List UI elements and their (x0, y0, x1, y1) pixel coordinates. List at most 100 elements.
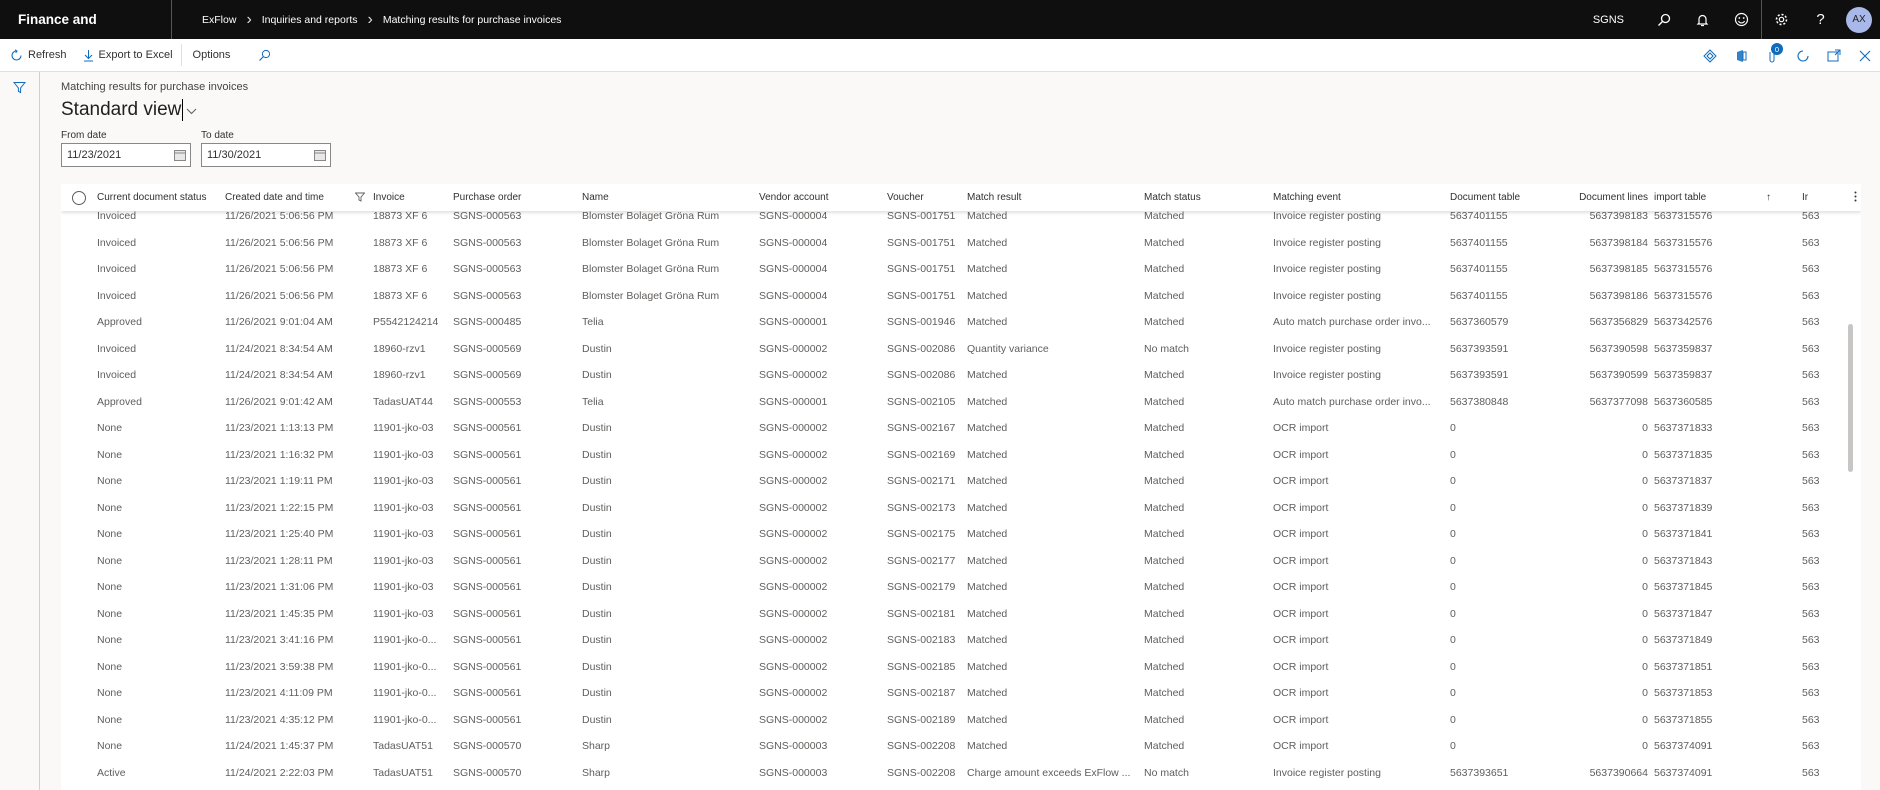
cell-match-result[interactable]: Matched (967, 661, 1144, 673)
cell-name[interactable]: Sharp (582, 740, 759, 752)
cell-match-result[interactable]: Matched (967, 396, 1144, 408)
cell-vendor-account[interactable]: SGNS-000002 (759, 687, 887, 699)
cell-document-lines[interactable]: 0 (1546, 449, 1654, 461)
cell-name[interactable]: Dustin (582, 687, 759, 699)
search-button[interactable] (238, 39, 279, 72)
cell-match-status[interactable]: Matched (1144, 740, 1273, 752)
cell-import-table[interactable]: 5637315576 (1654, 263, 1766, 275)
cell-match-result[interactable]: Matched (967, 581, 1144, 593)
cell-name[interactable]: Sharp (582, 767, 759, 779)
cell-purchase-order[interactable]: SGNS-000561 (453, 449, 582, 461)
cell-document-lines[interactable]: 0 (1546, 687, 1654, 699)
cell-truncated[interactable]: 563 (1802, 263, 1822, 275)
cell-import-table[interactable]: 5637371849 (1654, 634, 1766, 646)
cell-status[interactable]: None (97, 634, 225, 646)
vertical-scrollbar[interactable] (1848, 324, 1853, 472)
breadcrumb-item-inquiries[interactable]: Inquiries and reports (262, 14, 358, 26)
table-row[interactable]: None 11/23/2021 4:11:09 PM 11901-jko-0... S… (61, 680, 1861, 707)
cell-document-table[interactable]: 0 (1450, 714, 1546, 726)
cell-match-result[interactable]: Matched (967, 316, 1144, 328)
cell-matching-event[interactable]: OCR import (1273, 449, 1450, 461)
cell-purchase-order[interactable]: SGNS-000563 (453, 290, 582, 302)
cell-name[interactable]: Dustin (582, 475, 759, 487)
cell-document-table[interactable]: 5637401155 (1450, 290, 1546, 302)
cell-status[interactable]: Invoiced (97, 237, 225, 249)
cell-name[interactable]: Telia (582, 316, 759, 328)
cell-voucher[interactable]: SGNS-002179 (887, 581, 967, 593)
cell-truncated[interactable]: 563 (1802, 502, 1822, 514)
cell-document-lines[interactable]: 5637390599 (1546, 369, 1654, 381)
refresh-page-icon[interactable] (1787, 39, 1818, 72)
sort-ascending-icon[interactable]: ↑ (1766, 192, 1802, 203)
cell-status[interactable]: None (97, 661, 225, 673)
cell-vendor-account[interactable]: SGNS-000002 (759, 634, 887, 646)
cell-import-table[interactable]: 5637371845 (1654, 581, 1766, 593)
cell-purchase-order[interactable]: SGNS-000485 (453, 316, 582, 328)
more-options-icon[interactable] (1854, 191, 1857, 205)
cell-vendor-account[interactable]: SGNS-000002 (759, 661, 887, 673)
cell-status[interactable]: None (97, 422, 225, 434)
cell-invoice[interactable]: 11901-jko-03 (373, 502, 453, 514)
cell-name[interactable]: Dustin (582, 581, 759, 593)
office-icon[interactable] (1725, 39, 1756, 72)
cell-status[interactable]: None (97, 581, 225, 593)
cell-name[interactable]: Blomster Bolaget Gröna Rum (582, 290, 759, 302)
cell-match-status[interactable]: Matched (1144, 687, 1273, 699)
cell-truncated[interactable]: 563 (1802, 449, 1822, 461)
refresh-button[interactable]: Refresh (0, 39, 75, 72)
column-header-status[interactable]: Current document status (97, 192, 225, 203)
cell-document-table[interactable]: 0 (1450, 687, 1546, 699)
cell-invoice[interactable]: 11901-jko-03 (373, 528, 453, 540)
cell-created[interactable]: 11/23/2021 3:59:38 PM (225, 661, 373, 673)
cell-document-lines[interactable]: 0 (1546, 714, 1654, 726)
cell-status[interactable]: Invoiced (97, 263, 225, 275)
cell-document-table[interactable]: 5637393651 (1450, 767, 1546, 779)
cell-match-status[interactable]: Matched (1144, 475, 1273, 487)
cell-vendor-account[interactable]: SGNS-000001 (759, 396, 887, 408)
cell-voucher[interactable]: SGNS-002086 (887, 343, 967, 355)
cell-vendor-account[interactable]: SGNS-000001 (759, 316, 887, 328)
cell-import-table[interactable]: 5637371841 (1654, 528, 1766, 540)
cell-purchase-order[interactable]: SGNS-000561 (453, 581, 582, 593)
cell-status[interactable]: Invoiced (97, 290, 225, 302)
cell-match-result[interactable]: Matched (967, 608, 1144, 620)
column-header-created[interactable]: Created date and time (225, 192, 373, 203)
cell-name[interactable]: Dustin (582, 343, 759, 355)
cell-invoice[interactable]: 11901-jko-0... (373, 714, 453, 726)
cell-truncated[interactable]: 563 (1802, 555, 1822, 567)
table-row[interactable]: Approved 11/26/2021 9:01:04 AM P5542124214… (61, 309, 1861, 336)
cell-vendor-account[interactable]: SGNS-000004 (759, 210, 887, 222)
close-icon[interactable] (1849, 39, 1880, 72)
table-row[interactable]: None 11/23/2021 1:31:06 PM 11901-jko-03 SGN… (61, 574, 1861, 601)
cell-created[interactable]: 11/23/2021 1:22:15 PM (225, 502, 373, 514)
table-row[interactable]: None 11/23/2021 1:13:13 PM 11901-jko-03 SGN… (61, 415, 1861, 442)
cell-name[interactable]: Dustin (582, 608, 759, 620)
cell-invoice[interactable]: TadasUAT44 (373, 396, 453, 408)
cell-created[interactable]: 11/23/2021 1:31:06 PM (225, 581, 373, 593)
cell-matching-event[interactable]: OCR import (1273, 581, 1450, 593)
cell-truncated[interactable]: 563 (1802, 608, 1822, 620)
cell-document-table[interactable]: 0 (1450, 581, 1546, 593)
cell-match-result[interactable]: Matched (967, 237, 1144, 249)
cell-voucher[interactable]: SGNS-001946 (887, 316, 967, 328)
cell-purchase-order[interactable]: SGNS-000563 (453, 210, 582, 222)
cell-created[interactable]: 11/23/2021 4:35:12 PM (225, 714, 373, 726)
cell-document-lines[interactable]: 0 (1546, 422, 1654, 434)
cell-truncated[interactable]: 563 (1802, 316, 1822, 328)
cell-import-table[interactable]: 5637371853 (1654, 687, 1766, 699)
cell-purchase-order[interactable]: SGNS-000569 (453, 369, 582, 381)
cell-truncated[interactable]: 563 (1802, 687, 1822, 699)
cell-created[interactable]: 11/23/2021 1:16:32 PM (225, 449, 373, 461)
cell-status[interactable]: None (97, 555, 225, 567)
cell-truncated[interactable]: 563 (1802, 740, 1822, 752)
cell-document-table[interactable]: 5637401155 (1450, 210, 1546, 222)
cell-match-result[interactable]: Matched (967, 449, 1144, 461)
cell-import-table[interactable]: 5637360585 (1654, 396, 1766, 408)
cell-status[interactable]: Invoiced (97, 369, 225, 381)
cell-status[interactable]: Invoiced (97, 343, 225, 355)
cell-invoice[interactable]: 18873 XF 6 (373, 263, 453, 275)
cell-vendor-account[interactable]: SGNS-000002 (759, 502, 887, 514)
cell-status[interactable]: Active (97, 767, 225, 779)
cell-voucher[interactable]: SGNS-002183 (887, 634, 967, 646)
cell-import-table[interactable]: 5637342576 (1654, 316, 1766, 328)
